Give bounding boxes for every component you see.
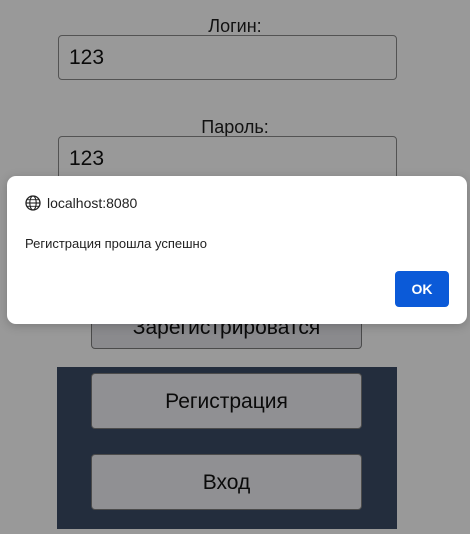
alert-dialog: localhost:8080 Регистрация прошла успешн… bbox=[7, 176, 467, 324]
ok-button[interactable]: OK bbox=[395, 271, 449, 307]
dialog-message: Регистрация прошла успешно bbox=[25, 236, 207, 251]
globe-icon bbox=[25, 195, 41, 211]
dialog-origin: localhost:8080 bbox=[25, 194, 137, 212]
dialog-origin-text: localhost:8080 bbox=[47, 195, 138, 211]
